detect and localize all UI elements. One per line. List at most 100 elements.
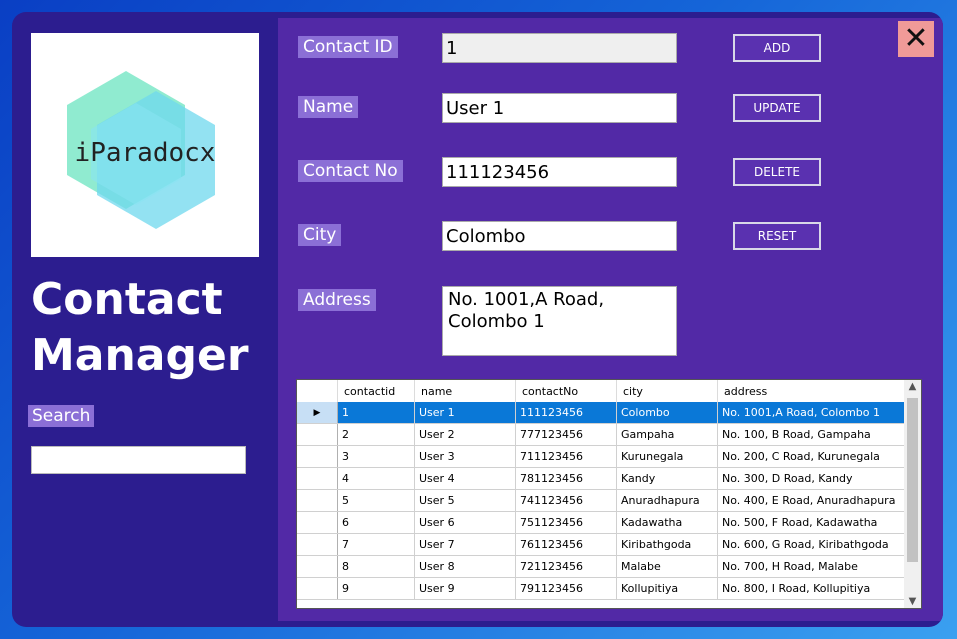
- table-cell-address[interactable]: No. 500, F Road, Kadawatha: [717, 511, 909, 534]
- table-cell-address[interactable]: No. 1001,A Road, Colombo 1: [717, 402, 909, 424]
- table-cell-contactid[interactable]: 5: [337, 489, 415, 512]
- table-cell-contactno[interactable]: 777123456: [515, 423, 617, 446]
- table-cell-name[interactable]: User 4: [414, 467, 516, 490]
- table-cell-city[interactable]: Kollupitiya: [616, 577, 718, 600]
- table-cell-contactno[interactable]: 791123456: [515, 577, 617, 600]
- delete-button[interactable]: DELETE: [733, 158, 821, 186]
- row-header[interactable]: [297, 577, 338, 600]
- table-cell-city[interactable]: Malabe: [616, 555, 718, 578]
- table-cell-contactno[interactable]: 751123456: [515, 511, 617, 534]
- address-line2: Colombo 1: [448, 311, 545, 332]
- table-cell-contactno[interactable]: 741123456: [515, 489, 617, 512]
- row-header[interactable]: [297, 423, 338, 446]
- table-row[interactable]: 7 User 7 761123456 Kiribathgoda No. 600, G R…: [297, 533, 909, 556]
- grid-scrollbar[interactable]: ▲ ▼: [904, 380, 921, 608]
- table-cell-address[interactable]: No. 100, B Road, Gampaha: [717, 423, 909, 446]
- name-label: Name: [298, 96, 359, 118]
- close-icon: ✕: [903, 21, 929, 56]
- row-header[interactable]: [297, 445, 338, 468]
- table-cell-contactno[interactable]: 711123456: [515, 445, 617, 468]
- table-cell-city[interactable]: Kiribathgoda: [616, 533, 718, 556]
- table-cell-address[interactable]: No. 800, I Road, Kollupitiya: [717, 577, 909, 600]
- close-button[interactable]: ✕: [898, 21, 934, 57]
- address-line1: No. 1001,A Road,: [448, 289, 605, 310]
- table-cell-name[interactable]: User 5: [414, 489, 516, 512]
- table-cell-contactid[interactable]: 4: [337, 467, 415, 490]
- table-cell-address[interactable]: No. 700, H Road, Malabe: [717, 555, 909, 578]
- row-header[interactable]: [297, 467, 338, 490]
- table-cell-city[interactable]: Kandy: [616, 467, 718, 490]
- table-cell-city[interactable]: Gampaha: [616, 423, 718, 446]
- city-field[interactable]: [442, 221, 677, 251]
- reset-button[interactable]: RESET: [733, 222, 821, 250]
- table-row[interactable]: 2 User 2 777123456 Gampaha No. 100, B Road, …: [297, 423, 909, 446]
- app-title-line2: Manager: [31, 330, 249, 381]
- row-header[interactable]: ▶: [297, 402, 338, 424]
- row-header-corner: [297, 380, 338, 402]
- add-button[interactable]: ADD: [733, 34, 821, 62]
- row-header[interactable]: [297, 533, 338, 556]
- column-header-city[interactable]: city: [616, 380, 718, 402]
- table-cell-contactno[interactable]: 721123456: [515, 555, 617, 578]
- table-row[interactable]: 6 User 6 751123456 Kadawatha No. 500, F Road…: [297, 511, 909, 534]
- row-header[interactable]: [297, 555, 338, 578]
- table-cell-city[interactable]: Anuradhapura: [616, 489, 718, 512]
- table-cell-contactid[interactable]: 2: [337, 423, 415, 446]
- row-header[interactable]: [297, 511, 338, 534]
- table-row[interactable]: 4 User 4 781123456 Kandy No. 300, D Road, Ka…: [297, 467, 909, 490]
- table-cell-name[interactable]: User 1: [414, 402, 516, 424]
- grid-header-row: contactid name contactNo city address: [297, 380, 909, 402]
- contact-no-label: Contact No: [298, 160, 403, 182]
- city-label: City: [298, 224, 342, 246]
- table-cell-address[interactable]: No. 400, E Road, Anuradhapura: [717, 489, 909, 512]
- app-title: Contact Manager: [31, 272, 249, 384]
- update-button[interactable]: UPDATE: [733, 94, 821, 122]
- table-row[interactable]: 3 User 3 711123456 Kurunegala No. 200, C Roa…: [297, 445, 909, 468]
- logo-text: iParadocx: [75, 138, 216, 168]
- table-row[interactable]: 5 User 5 741123456 Anuradhapura No. 400, E R…: [297, 489, 909, 512]
- table-cell-contactid[interactable]: 9: [337, 577, 415, 600]
- table-cell-city[interactable]: Kadawatha: [616, 511, 718, 534]
- logo: iParadocx: [31, 33, 259, 257]
- table-cell-city[interactable]: Kurunegala: [616, 445, 718, 468]
- table-cell-city[interactable]: Colombo: [616, 402, 718, 424]
- contact-id-field[interactable]: [442, 33, 677, 63]
- column-header-contactno[interactable]: contactNo: [515, 380, 617, 402]
- table-cell-contactno[interactable]: 781123456: [515, 467, 617, 490]
- table-row[interactable]: 9 User 9 791123456 Kollupitiya No. 800, I Ro…: [297, 577, 909, 600]
- table-cell-address[interactable]: No. 200, C Road, Kurunegala: [717, 445, 909, 468]
- address-label: Address: [298, 289, 376, 311]
- table-cell-name[interactable]: User 8: [414, 555, 516, 578]
- contact-no-field[interactable]: [442, 157, 677, 187]
- address-field[interactable]: No. 1001,A Road, Colombo 1: [442, 286, 677, 356]
- grid-body: ▶ 1 User 1 111123456 Colombo No. 1001,A Road,…: [297, 402, 909, 600]
- table-cell-address[interactable]: No. 300, D Road, Kandy: [717, 467, 909, 490]
- scroll-down-icon[interactable]: ▼: [904, 596, 921, 607]
- table-cell-name[interactable]: User 3: [414, 445, 516, 468]
- name-field[interactable]: [442, 93, 677, 123]
- contacts-grid[interactable]: contactid name contactNo city address ▶ 1…: [296, 379, 922, 609]
- table-row[interactable]: ▶ 1 User 1 111123456 Colombo No. 1001,A Road,…: [297, 402, 909, 424]
- column-header-address[interactable]: address: [717, 380, 909, 402]
- table-cell-name[interactable]: User 6: [414, 511, 516, 534]
- app-title-line1: Contact: [31, 274, 223, 325]
- table-row[interactable]: 8 User 8 721123456 Malabe No. 700, H Road, M…: [297, 555, 909, 578]
- scroll-thumb[interactable]: [907, 398, 918, 562]
- row-header[interactable]: [297, 489, 338, 512]
- hexagon-logo-icon: iParadocx: [67, 71, 216, 229]
- table-cell-contactid[interactable]: 7: [337, 533, 415, 556]
- table-cell-address[interactable]: No. 600, G Road, Kiribathgoda: [717, 533, 909, 556]
- table-cell-name[interactable]: User 2: [414, 423, 516, 446]
- table-cell-contactid[interactable]: 3: [337, 445, 415, 468]
- column-header-name[interactable]: name: [414, 380, 516, 402]
- table-cell-contactno[interactable]: 111123456: [515, 402, 617, 424]
- scroll-up-icon[interactable]: ▲: [904, 381, 921, 392]
- table-cell-contactid[interactable]: 8: [337, 555, 415, 578]
- table-cell-contactno[interactable]: 761123456: [515, 533, 617, 556]
- column-header-contactid[interactable]: contactid: [337, 380, 415, 402]
- table-cell-name[interactable]: User 7: [414, 533, 516, 556]
- table-cell-contactid[interactable]: 1: [337, 402, 415, 424]
- search-input[interactable]: [31, 446, 246, 474]
- table-cell-name[interactable]: User 9: [414, 577, 516, 600]
- table-cell-contactid[interactable]: 6: [337, 511, 415, 534]
